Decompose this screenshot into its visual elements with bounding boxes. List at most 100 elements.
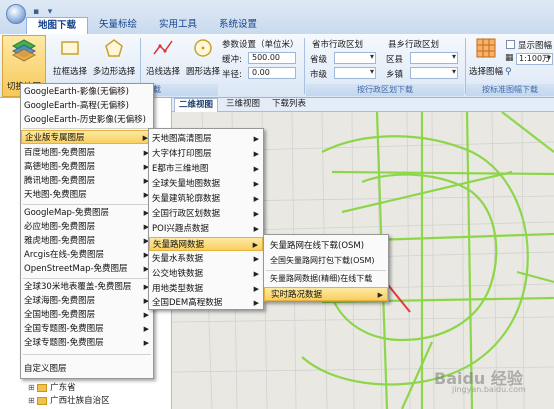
menu-item[interactable]: E都市三维地图 ▶ — [149, 162, 263, 176]
menu-item-label: GoogleEarth-历史影像(无偏移) — [24, 115, 146, 125]
menu-item[interactable]: GoogleEarth-历史影像(无偏移) — [21, 113, 153, 127]
menu-item-label: 全国地图-免费图层 — [24, 310, 96, 320]
menu-item[interactable]: 雅虎地图-免费图层 ▶ — [21, 234, 153, 248]
submenu-arrow-icon: ▶ — [253, 180, 259, 188]
menu-item[interactable]: 矢量路网数据(精细)在线下载 — [264, 272, 388, 286]
grid-sheet-icon — [476, 38, 496, 58]
app-menu-orb-icon[interactable] — [6, 4, 26, 24]
tab-3d-view[interactable]: 三维视图 — [222, 98, 264, 112]
menu-separator — [23, 204, 151, 205]
menu-item[interactable]: 全球矢量地图数据 ▶ — [149, 177, 263, 191]
circle-select-button[interactable]: 圆形选择 — [183, 37, 223, 81]
menu-item-label: 公交地铁数据 — [152, 269, 204, 279]
menu-item-label: 全球海图-免费图层 — [24, 296, 96, 306]
submenu-arrow-icon: ▶ — [143, 325, 149, 333]
menu-item-label: E都市三维地图 — [152, 164, 209, 174]
polyline-select-icon — [153, 40, 173, 55]
menu-separator — [266, 270, 386, 271]
submenu-arrow-icon: ▶ — [253, 270, 259, 278]
menu-item-enterprise-layers[interactable]: 企业版专属图层 ▶ — [21, 130, 153, 144]
submenu-arrow-icon: ▶ — [143, 311, 149, 319]
menu-item-label: Arcgis在线-免费图层 — [24, 250, 105, 260]
group-label-admin: 按行政区划下载 — [306, 84, 464, 96]
submenu-arrow-icon: ▶ — [143, 339, 149, 347]
menu-item-label: GoogleMap-免费图层 — [24, 208, 109, 218]
menu-item[interactable]: 大字体打印图层 ▶ — [149, 147, 263, 161]
polygon-select-button[interactable]: 多边形选择 — [90, 37, 138, 81]
menu-item[interactable]: 百度地图-免费图层 ▶ — [21, 146, 153, 160]
menu-item[interactable]: 高德地图-免费图层 ▶ — [21, 160, 153, 174]
menu-item-label: 用地类型数据 — [152, 284, 204, 294]
polygon-select-icon — [105, 39, 123, 57]
menu-item[interactable]: 全国专题图-免费图层 ▶ — [21, 322, 153, 336]
menu-item[interactable]: 公交地铁数据 ▶ — [149, 267, 263, 281]
menu-item-label: 矢量建筑轮廓数据 — [152, 194, 221, 204]
tab-tools[interactable]: 实用工具 — [148, 17, 208, 34]
menu-item-label: 全球专题图-免费图层 — [24, 338, 104, 348]
menu-item-label: 雅虎地图-免费图层 — [24, 236, 96, 246]
line-select-button[interactable]: 沿线选择 — [143, 37, 183, 81]
menu-item[interactable]: 腾讯地图-免费图层 ▶ — [21, 174, 153, 188]
tab-map-download[interactable]: 地图下载 — [26, 17, 89, 34]
magnifier-icon[interactable]: ⚲ — [505, 67, 512, 77]
menu-item[interactable]: 天地图高清图层 ▶ — [149, 132, 263, 146]
expand-plus-icon[interactable]: ⊞ — [28, 396, 35, 405]
menu-item-label: OpenStreetMap-免费图层 — [24, 264, 128, 274]
box-select-button[interactable]: 拉框选择 — [50, 37, 90, 81]
menu-item-label: 高德地图-免费图层 — [24, 162, 96, 172]
menu-item[interactable]: 矢量路网在线下载(OSM) — [264, 239, 388, 253]
province-select[interactable] — [334, 52, 376, 64]
menu-item[interactable]: 用地类型数据 ▶ — [149, 282, 263, 296]
menu-item[interactable]: GoogleMap-免费图层 ▶ — [21, 206, 153, 220]
tab-vector-plot[interactable]: 矢量标绘 — [88, 17, 148, 34]
menu-item[interactable]: 矢量水系数据 ▶ — [149, 252, 263, 266]
menu-item[interactable]: OpenStreetMap-免费图层 ▶ — [21, 262, 153, 276]
tree-item[interactable]: ⊞ 广西壮族自治区 — [28, 395, 110, 407]
menu-item[interactable]: 天地图-免费图层 ▶ — [21, 188, 153, 202]
menu-item-label: 自定义图层 — [24, 364, 67, 374]
ribbon-tabs: 地图下载 矢量标绘 实用工具 系统设置 — [26, 17, 268, 34]
menu-item-label: GoogleEarth-高程(无偏移) — [24, 101, 129, 111]
menu-item[interactable]: 全球专题图-免费图层 ▶ — [21, 336, 153, 350]
box-select-label: 拉框选择 — [52, 67, 87, 77]
menu-item-label: 矢量水系数据 — [152, 254, 204, 264]
tab-download-list[interactable]: 下载列表 — [268, 98, 310, 112]
tab-2d-view[interactable]: 二维视图 — [174, 98, 219, 112]
menu-item[interactable]: Arcgis在线-免费图层 ▶ — [21, 248, 153, 262]
menu-item[interactable]: 全球30米地表覆盖-免费图层 ▶ — [21, 280, 153, 294]
menu-item-vector-road[interactable]: 矢量路网数据 ▶ — [149, 237, 263, 251]
expand-plus-icon[interactable]: ⊞ — [28, 383, 35, 392]
tab-settings[interactable]: 系统设置 — [208, 17, 268, 34]
menu-item[interactable]: 全国DEM高程数据 ▶ — [149, 296, 263, 310]
select-sheet-button[interactable]: 选择图幅 — [466, 37, 506, 81]
scale-icon: ▦ — [505, 53, 514, 63]
menu-item-realtime-traffic[interactable]: 实时路况数据 ▶ — [264, 287, 388, 301]
tree-item[interactable]: ⊞ 广东省 — [28, 382, 76, 394]
menu-item[interactable]: 矢量建筑轮廓数据 ▶ — [149, 192, 263, 206]
buffer-input[interactable]: 500.00 — [248, 52, 296, 64]
show-sheet-checkbox[interactable] — [506, 40, 515, 49]
radius-input[interactable]: 0.00 — [248, 67, 296, 79]
menu-item[interactable]: 全国地图-免费图层 ▶ — [21, 308, 153, 322]
submenu-arrow-icon: ▶ — [252, 241, 258, 249]
scale-select[interactable]: 1:100万 — [516, 53, 553, 65]
menu-item[interactable]: 必应地图-免费图层 ▶ — [21, 220, 153, 234]
menu-item[interactable]: GoogleEarth-高程(无偏移) — [21, 99, 153, 113]
menu-item[interactable]: POI兴趣点数据 ▶ — [149, 222, 263, 236]
menu-item-label: GoogleEarth-影像(无偏移) — [24, 87, 129, 97]
param-settings-title: 参数设置（单位米） — [222, 40, 299, 50]
submenu-arrow-icon: ▶ — [253, 210, 259, 218]
city-select[interactable] — [334, 67, 376, 79]
menu-item[interactable]: 全国矢量路网打包下载(OSM) — [264, 254, 388, 268]
district-select[interactable] — [410, 52, 458, 64]
county-group-title: 县乡行政区划 — [388, 40, 440, 50]
title-bar: ▪ ▾ 地图下载 矢量标绘 实用工具 系统设置 — [0, 0, 554, 34]
menu-item-custom-layer[interactable]: 自定义图层 — [21, 362, 153, 376]
menu-item[interactable]: 全球海图-免费图层 ▶ — [21, 294, 153, 308]
menu-item[interactable]: GoogleEarth-影像(无偏移) — [21, 85, 153, 99]
town-select[interactable] — [410, 67, 458, 79]
menu-item-label: 企业版专属图层 — [25, 133, 85, 143]
buffer-label: 缓冲: — [222, 55, 242, 65]
menu-item-label: 腾讯地图-免费图层 — [24, 176, 96, 186]
menu-item[interactable]: 全国行政区划数据 ▶ — [149, 207, 263, 221]
